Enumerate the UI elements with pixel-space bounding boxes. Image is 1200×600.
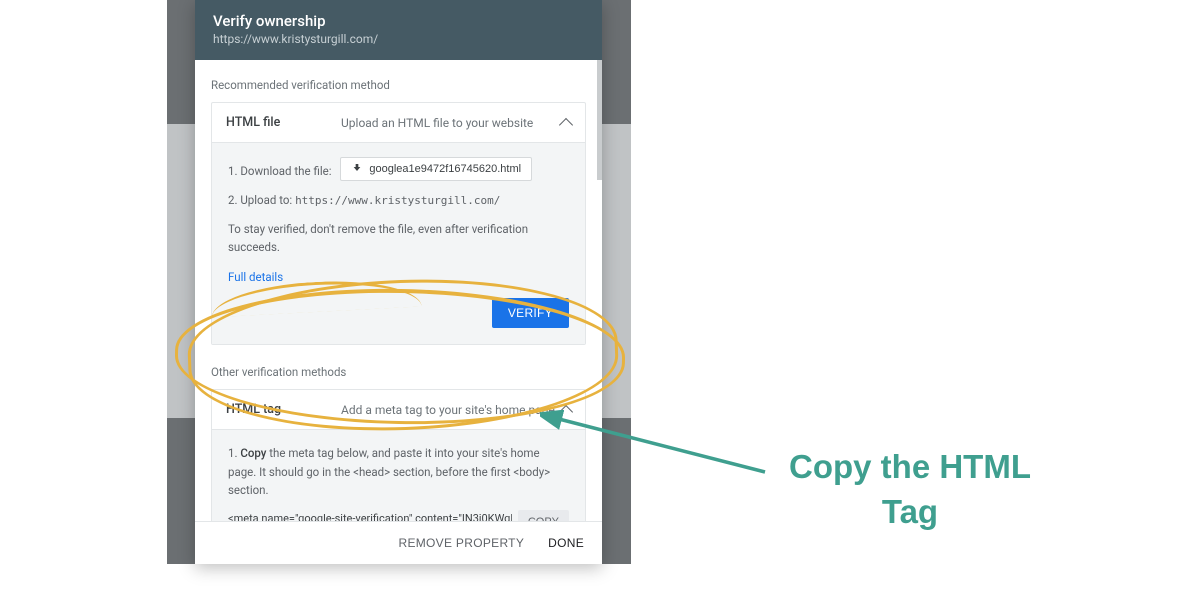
meta-snippet-row: <meta name="google-site-verification" co… xyxy=(228,510,569,521)
copy-step-prefix: 1. xyxy=(228,446,240,460)
copy-step-row: 1. Copy the meta tag below, and paste it… xyxy=(228,444,569,499)
panel-html-tag-body: 1. Copy the meta tag below, and paste it… xyxy=(212,429,585,521)
panel-html-file-desc: Upload an HTML file to your website xyxy=(341,116,561,130)
verify-ownership-dialog: Verify ownership https://www.kristysturg… xyxy=(195,0,602,564)
panel-html-tag-name: HTML tag xyxy=(226,402,341,417)
download-file-name: googlea1e9472f16745620.html xyxy=(369,163,521,175)
verify-row-htmlfile: VERIFY xyxy=(228,298,569,328)
upload-prefix: 2. Upload to: xyxy=(228,193,295,207)
copy-button[interactable]: COPY xyxy=(518,510,569,521)
panel-html-tag-desc: Add a meta tag to your site's home page xyxy=(341,403,561,417)
panel-html-file-name: HTML file xyxy=(226,115,341,130)
verify-button-htmlfile[interactable]: VERIFY xyxy=(492,298,569,328)
copy-step-rest: the meta tag below, and paste it into yo… xyxy=(228,446,550,497)
dialog-body[interactable]: Recommended verification method HTML fil… xyxy=(195,60,602,521)
panel-html-tag-header[interactable]: HTML tag Add a meta tag to your site's h… xyxy=(212,390,585,429)
dialog-header: Verify ownership https://www.kristysturg… xyxy=(195,0,602,60)
dialog-subtitle: https://www.kristysturgill.com/ xyxy=(213,32,584,46)
panel-html-tag: HTML tag Add a meta tag to your site's h… xyxy=(211,389,586,521)
dialog-title: Verify ownership xyxy=(213,12,584,30)
download-label: 1. Download the file: xyxy=(228,164,332,178)
download-file-button[interactable]: googlea1e9472f16745620.html xyxy=(340,157,532,181)
download-row: 1. Download the file: googlea1e9472f1674… xyxy=(228,157,569,181)
section-label-other: Other verification methods xyxy=(211,365,586,379)
dialog-footer: REMOVE PROPERTY DONE xyxy=(195,521,602,564)
scrollbar[interactable] xyxy=(597,60,602,180)
panel-html-file-header[interactable]: HTML file Upload an HTML file to your we… xyxy=(212,103,585,142)
download-icon xyxy=(351,163,363,175)
upload-row: 2. Upload to: https://www.kristysturgill… xyxy=(228,191,569,210)
chevron-up-icon xyxy=(559,117,573,131)
remove-property-button[interactable]: REMOVE PROPERTY xyxy=(398,536,524,550)
section-label-recommended: Recommended verification method xyxy=(211,78,586,92)
canvas: Verify ownership https://www.kristysturg… xyxy=(0,0,1200,600)
annotation-text: Copy the HTML Tag xyxy=(780,445,1040,534)
copy-step-bold: Copy xyxy=(240,446,266,460)
meta-tag-snippet[interactable]: <meta name="google-site-verification" co… xyxy=(228,512,512,521)
chevron-up-icon xyxy=(559,405,573,419)
done-button[interactable]: DONE xyxy=(548,536,584,550)
panel-html-file: HTML file Upload an HTML file to your we… xyxy=(211,102,586,345)
htmlfile-note: To stay verified, don't remove the file,… xyxy=(228,220,569,257)
upload-url: https://www.kristysturgill.com/ xyxy=(295,194,500,207)
full-details-link-htmlfile[interactable]: Full details xyxy=(228,270,283,284)
panel-html-file-body: 1. Download the file: googlea1e9472f1674… xyxy=(212,142,585,344)
